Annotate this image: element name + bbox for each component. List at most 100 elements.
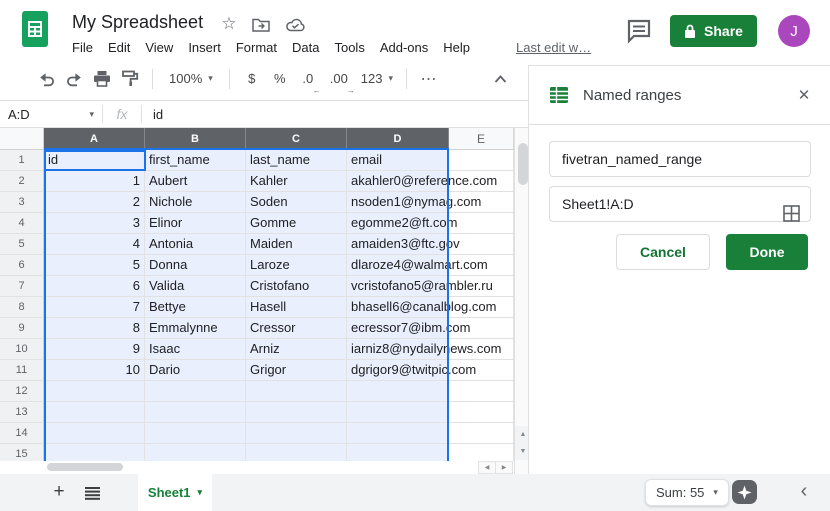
row-header-12[interactable]: 12 xyxy=(0,381,44,402)
menu-add-ons[interactable]: Add-ons xyxy=(380,40,428,55)
column-header-d[interactable]: D xyxy=(347,128,449,150)
cell-b15[interactable] xyxy=(145,444,246,461)
cell-d13[interactable] xyxy=(347,402,449,423)
cell-e6[interactable] xyxy=(449,255,514,276)
sheet-tab[interactable]: Sheet1 ▾ xyxy=(138,474,212,511)
cell-b5[interactable]: Antonia xyxy=(145,234,246,255)
cell-d1[interactable]: email xyxy=(347,150,449,171)
cell-d9[interactable]: ecressor7@ibm.com xyxy=(347,318,449,339)
cell-b4[interactable]: Elinor xyxy=(145,213,246,234)
cell-c10[interactable]: Arniz xyxy=(246,339,347,360)
cell-e1[interactable] xyxy=(449,150,514,171)
cell-b11[interactable]: Dario xyxy=(145,360,246,381)
cell-a6[interactable]: 5 xyxy=(44,255,145,276)
row-header-14[interactable]: 14 xyxy=(0,423,44,444)
cell-e10[interactable] xyxy=(449,339,514,360)
more-toolbar-icon[interactable]: ⋯ xyxy=(415,65,443,93)
close-icon[interactable]: ✕ xyxy=(795,87,813,105)
cancel-button[interactable]: Cancel xyxy=(616,234,710,270)
increase-decimals-icon[interactable]: .00 → xyxy=(322,65,356,93)
name-box[interactable]: A:D ▾ xyxy=(0,101,102,127)
vertical-scrollbar-thumb[interactable] xyxy=(518,143,528,185)
cell-a4[interactable]: 3 xyxy=(44,213,145,234)
row-header-5[interactable]: 5 xyxy=(0,234,44,255)
cell-e3[interactable] xyxy=(449,192,514,213)
row-header-13[interactable]: 13 xyxy=(0,402,44,423)
collapse-panel-chevron-icon[interactable]: ‹ xyxy=(792,476,816,508)
cell-c4[interactable]: Gomme xyxy=(246,213,347,234)
cell-e5[interactable] xyxy=(449,234,514,255)
cell-e7[interactable] xyxy=(449,276,514,297)
row-header-4[interactable]: 4 xyxy=(0,213,44,234)
column-header-e[interactable]: E xyxy=(449,128,514,150)
add-sheet-button[interactable]: + xyxy=(46,479,72,505)
column-header-a[interactable]: A xyxy=(44,128,145,150)
cell-c13[interactable] xyxy=(246,402,347,423)
last-edit-link[interactable]: Last edit w… xyxy=(516,40,591,55)
sheets-logo-icon[interactable] xyxy=(22,11,48,47)
cell-b10[interactable]: Isaac xyxy=(145,339,246,360)
cell-e8[interactable] xyxy=(449,297,514,318)
cell-a3[interactable]: 2 xyxy=(44,192,145,213)
menu-help[interactable]: Help xyxy=(443,40,470,55)
cell-d15[interactable] xyxy=(347,444,449,461)
scroll-right-icon[interactable]: ▶ xyxy=(495,461,513,474)
all-sheets-menu-icon[interactable] xyxy=(80,481,104,505)
row-header-15[interactable]: 15 xyxy=(0,444,44,461)
comment-history-icon[interactable] xyxy=(626,18,652,44)
cell-a9[interactable]: 8 xyxy=(44,318,145,339)
select-data-range-icon[interactable] xyxy=(783,205,800,227)
menu-file[interactable]: File xyxy=(72,40,93,55)
menu-view[interactable]: View xyxy=(145,40,173,55)
cell-d10[interactable]: iarniz8@nydailynews.com xyxy=(347,339,449,360)
column-header-b[interactable]: B xyxy=(145,128,246,150)
row-header-1[interactable]: 1 xyxy=(0,150,44,171)
cell-b2[interactable]: Aubert xyxy=(145,171,246,192)
cell-a11[interactable]: 10 xyxy=(44,360,145,381)
menu-edit[interactable]: Edit xyxy=(108,40,130,55)
cell-b6[interactable]: Donna xyxy=(145,255,246,276)
format-currency-icon[interactable]: $ xyxy=(238,65,266,93)
cell-c7[interactable]: Cristofano xyxy=(246,276,347,297)
cell-e15[interactable] xyxy=(449,444,514,461)
cell-e14[interactable] xyxy=(449,423,514,444)
range-name-input[interactable] xyxy=(549,141,811,177)
cell-d11[interactable]: dgrigor9@twitpic.com xyxy=(347,360,449,381)
row-header-3[interactable]: 3 xyxy=(0,192,44,213)
cell-b1[interactable]: first_name xyxy=(145,150,246,171)
row-header-6[interactable]: 6 xyxy=(0,255,44,276)
undo-icon[interactable] xyxy=(32,65,60,93)
cell-a10[interactable]: 9 xyxy=(44,339,145,360)
cell-c5[interactable]: Maiden xyxy=(246,234,347,255)
cell-c1[interactable]: last_name xyxy=(246,150,347,171)
horizontal-scrollbar[interactable]: ◀ ▶ xyxy=(0,461,514,474)
zoom-select[interactable]: 100% ▾ xyxy=(161,65,221,93)
scroll-left-icon[interactable]: ◀ xyxy=(478,461,496,474)
cell-c15[interactable] xyxy=(246,444,347,461)
cell-a7[interactable]: 6 xyxy=(44,276,145,297)
menu-data[interactable]: Data xyxy=(292,40,319,55)
cell-d14[interactable] xyxy=(347,423,449,444)
cell-c12[interactable] xyxy=(246,381,347,402)
cell-b14[interactable] xyxy=(145,423,246,444)
share-button[interactable]: Share xyxy=(670,15,757,47)
select-all-corner[interactable] xyxy=(0,128,44,150)
format-percent-icon[interactable]: % xyxy=(266,65,294,93)
star-icon[interactable]: ☆ xyxy=(218,13,240,35)
cell-b9[interactable]: Emmalynne xyxy=(145,318,246,339)
cell-d12[interactable] xyxy=(347,381,449,402)
range-reference-input[interactable] xyxy=(549,186,811,222)
cell-a1[interactable]: id xyxy=(44,150,145,171)
cell-d2[interactable]: akahler0@reference.com xyxy=(347,171,449,192)
cell-c14[interactable] xyxy=(246,423,347,444)
cell-a8[interactable]: 7 xyxy=(44,297,145,318)
cell-b12[interactable] xyxy=(145,381,246,402)
cell-c9[interactable]: Cressor xyxy=(246,318,347,339)
cloud-status-icon[interactable] xyxy=(284,16,306,38)
cell-d8[interactable]: bhasell6@canalblog.com xyxy=(347,297,449,318)
cell-d4[interactable]: egomme2@ft.com xyxy=(347,213,449,234)
menu-tools[interactable]: Tools xyxy=(334,40,364,55)
document-title[interactable]: My Spreadsheet xyxy=(72,12,203,33)
column-header-c[interactable]: C xyxy=(246,128,347,150)
cell-c8[interactable]: Hasell xyxy=(246,297,347,318)
